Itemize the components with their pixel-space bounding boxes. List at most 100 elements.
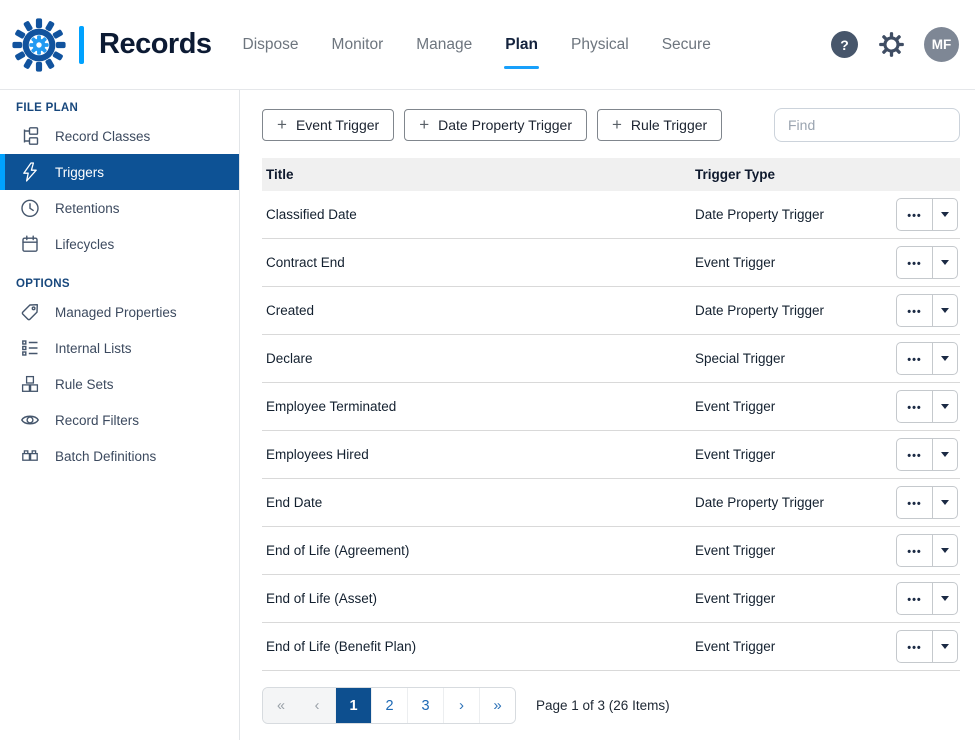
- sidebar-item-batch-definitions[interactable]: Batch Definitions: [0, 438, 239, 474]
- page-button-3[interactable]: 3: [407, 688, 443, 723]
- next-page-button[interactable]: ›: [443, 688, 479, 723]
- table-row[interactable]: Created Date Property Trigger •••: [262, 287, 960, 335]
- table-row[interactable]: End of Life (Asset) Event Trigger •••: [262, 575, 960, 623]
- table-row[interactable]: Classified Date Date Property Trigger ••…: [262, 191, 960, 239]
- row-trigger-type: Event Trigger: [695, 447, 890, 462]
- more-actions-icon[interactable]: •••: [897, 487, 933, 518]
- eye-icon: [20, 410, 40, 430]
- caret-down-icon: [941, 404, 949, 409]
- more-actions-icon[interactable]: •••: [897, 439, 933, 470]
- table-row[interactable]: Employee Terminated Event Trigger •••: [262, 383, 960, 431]
- row-actions-split-button: •••: [896, 198, 958, 231]
- lifecycles-calendar-icon: [20, 234, 40, 254]
- actions-dropdown-button[interactable]: [933, 199, 957, 230]
- add-rule-trigger-label: Rule Trigger: [631, 117, 707, 133]
- nav-item-physical[interactable]: Physical: [570, 32, 630, 58]
- more-actions-icon[interactable]: •••: [897, 391, 933, 422]
- sidebar-item-retentions[interactable]: Retentions: [0, 190, 239, 226]
- row-actions-split-button: •••: [896, 342, 958, 375]
- plus-icon: +: [612, 116, 622, 133]
- actions-dropdown-button[interactable]: [933, 391, 957, 422]
- sidebar-item-label: Record Filters: [55, 413, 139, 428]
- row-actions-split-button: •••: [896, 630, 958, 663]
- row-trigger-type: Date Property Trigger: [695, 303, 890, 318]
- actions-dropdown-button[interactable]: [933, 343, 957, 374]
- row-trigger-type: Date Property Trigger: [695, 207, 890, 222]
- pager-buttons: « ‹ 1 2 3 › »: [262, 687, 516, 724]
- user-avatar[interactable]: MF: [924, 27, 959, 62]
- row-actions-split-button: •••: [896, 390, 958, 423]
- page-button-1[interactable]: 1: [335, 688, 371, 723]
- nav-item-dispose[interactable]: Dispose: [242, 32, 300, 58]
- table-row[interactable]: Contract End Event Trigger •••: [262, 239, 960, 287]
- add-rule-trigger-button[interactable]: + Rule Trigger: [597, 109, 722, 141]
- table-row[interactable]: End of Life (Benefit Plan) Event Trigger…: [262, 623, 960, 671]
- row-title: Employee Terminated: [262, 399, 695, 414]
- triggers-table: Title Trigger Type Classified Date Date …: [262, 158, 960, 671]
- sidebar-item-internal-lists[interactable]: Internal Lists: [0, 330, 239, 366]
- row-trigger-type: Event Trigger: [695, 591, 890, 606]
- cubes-icon: [20, 374, 40, 394]
- more-actions-icon[interactable]: •••: [897, 295, 933, 326]
- help-icon[interactable]: ?: [831, 31, 858, 58]
- tag-icon: [20, 302, 40, 322]
- add-event-trigger-label: Event Trigger: [296, 117, 379, 133]
- actions-dropdown-button[interactable]: [933, 583, 957, 614]
- records-app: Records Dispose Monitor Manage Plan Phys…: [0, 0, 975, 740]
- sidebar-section-options: OPTIONS: [16, 278, 223, 290]
- caret-down-icon: [941, 596, 949, 601]
- row-trigger-type: Date Property Trigger: [695, 495, 890, 510]
- settings-gear-icon[interactable]: [877, 31, 905, 59]
- add-event-trigger-button[interactable]: + Event Trigger: [262, 109, 394, 141]
- sidebar-item-record-classes[interactable]: Record Classes: [0, 118, 239, 154]
- sidebar-section-file-plan: FILE PLAN: [16, 102, 223, 114]
- sidebar-item-label: Batch Definitions: [55, 449, 156, 464]
- row-actions-split-button: •••: [896, 294, 958, 327]
- sidebar-item-rule-sets[interactable]: Rule Sets: [0, 366, 239, 402]
- previous-page-button[interactable]: ‹: [299, 688, 335, 723]
- row-trigger-type: Event Trigger: [695, 639, 890, 654]
- row-actions-split-button: •••: [896, 534, 958, 567]
- table-row[interactable]: Declare Special Trigger •••: [262, 335, 960, 383]
- top-nav: Dispose Monitor Manage Plan Physical Sec…: [242, 0, 712, 89]
- app-header: Records Dispose Monitor Manage Plan Phys…: [0, 0, 975, 90]
- actions-dropdown-button[interactable]: [933, 487, 957, 518]
- more-actions-icon[interactable]: •••: [897, 583, 933, 614]
- add-date-property-trigger-button[interactable]: + Date Property Trigger: [404, 109, 587, 141]
- actions-dropdown-button[interactable]: [933, 247, 957, 278]
- more-actions-icon[interactable]: •••: [897, 247, 933, 278]
- sidebar-item-record-filters[interactable]: Record Filters: [0, 402, 239, 438]
- triggers-icon: [20, 162, 40, 182]
- first-page-button[interactable]: «: [263, 688, 299, 723]
- main-content: + Event Trigger + Date Property Trigger …: [240, 90, 975, 740]
- nav-item-manage[interactable]: Manage: [415, 32, 473, 58]
- nav-item-plan[interactable]: Plan: [504, 32, 539, 58]
- nav-item-secure[interactable]: Secure: [661, 32, 712, 58]
- more-actions-icon[interactable]: •••: [897, 535, 933, 566]
- caret-down-icon: [941, 548, 949, 553]
- more-actions-icon[interactable]: •••: [897, 343, 933, 374]
- row-trigger-type: Special Trigger: [695, 351, 890, 366]
- page-button-2[interactable]: 2: [371, 688, 407, 723]
- actions-dropdown-button[interactable]: [933, 535, 957, 566]
- table-row[interactable]: End Date Date Property Trigger •••: [262, 479, 960, 527]
- actions-dropdown-button[interactable]: [933, 631, 957, 662]
- sidebar-item-triggers[interactable]: Triggers: [0, 154, 239, 190]
- table-row[interactable]: End of Life (Agreement) Event Trigger ••…: [262, 527, 960, 575]
- retentions-clock-icon: [20, 198, 40, 218]
- row-actions-split-button: •••: [896, 246, 958, 279]
- row-actions-split-button: •••: [896, 582, 958, 615]
- sidebar-item-lifecycles[interactable]: Lifecycles: [0, 226, 239, 262]
- page-summary: Page 1 of 3 (26 Items): [536, 698, 670, 713]
- nav-item-monitor[interactable]: Monitor: [331, 32, 385, 58]
- sidebar-item-managed-properties[interactable]: Managed Properties: [0, 294, 239, 330]
- find-input[interactable]: [774, 108, 960, 142]
- column-header-trigger-type: Trigger Type: [695, 167, 890, 182]
- table-row[interactable]: Employees Hired Event Trigger •••: [262, 431, 960, 479]
- last-page-button[interactable]: »: [479, 688, 515, 723]
- more-actions-icon[interactable]: •••: [897, 631, 933, 662]
- actions-dropdown-button[interactable]: [933, 439, 957, 470]
- row-title: Contract End: [262, 255, 695, 270]
- more-actions-icon[interactable]: •••: [897, 199, 933, 230]
- actions-dropdown-button[interactable]: [933, 295, 957, 326]
